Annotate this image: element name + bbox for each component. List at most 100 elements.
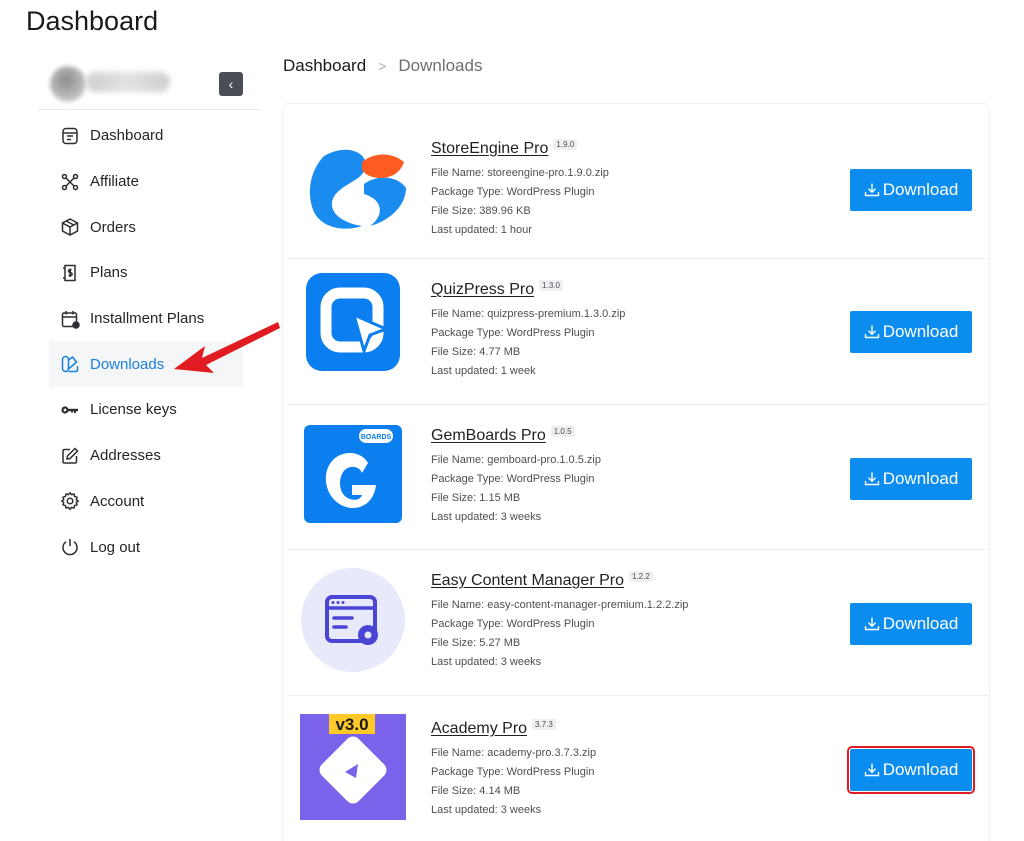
file-size: File Size: 389.96 KB xyxy=(431,205,531,217)
sidebar-item-label: Dashboard xyxy=(90,127,164,145)
dashboard-icon xyxy=(60,126,80,146)
sidebar-item-plans[interactable]: Plans xyxy=(38,250,260,296)
sidebar-item-downloads[interactable]: Downloads xyxy=(49,341,243,388)
version-badge: 1.2.2 xyxy=(629,570,653,582)
product-name-link[interactable]: Academy Pro xyxy=(431,720,527,738)
sidebar-item-label: License keys xyxy=(90,401,177,419)
download-icon xyxy=(864,472,879,486)
last-updated: Last updated: 1 hour xyxy=(431,224,532,236)
affiliate-icon xyxy=(60,172,80,192)
sidebar: ‹ Dashboard Affiliate Orders Plans Insta… xyxy=(38,60,260,570)
user-profile: ‹ xyxy=(38,60,260,110)
download-info: GemBoards Pro 1.0.5 File Name: gemboard-… xyxy=(431,425,601,527)
file-size: File Size: 1.15 MB xyxy=(431,492,521,504)
sidebar-item-license-keys[interactable]: License keys xyxy=(38,387,260,433)
username-blurred xyxy=(86,72,170,92)
breadcrumb: Dashboard > Downloads xyxy=(283,56,482,76)
download-info: Easy Content Manager Pro 1.2.2 File Name… xyxy=(431,570,689,672)
sidebar-item-label: Downloads xyxy=(90,355,165,373)
sidebar-item-installment-plans[interactable]: Installment Plans xyxy=(38,296,260,342)
sidebar-item-label: Log out xyxy=(90,538,141,556)
last-updated: Last updated: 3 weeks xyxy=(431,656,542,668)
download-icon xyxy=(864,763,879,777)
download-row: Easy Content Manager Pro 1.2.2 File Name… xyxy=(288,550,989,696)
product-name-link[interactable]: Easy Content Manager Pro xyxy=(431,572,624,590)
plans-icon xyxy=(60,263,80,283)
sidebar-item-label: Affiliate xyxy=(90,173,139,191)
package-type: Package Type: WordPress Plugin xyxy=(431,618,595,630)
last-updated: Last updated: 3 weeks xyxy=(431,511,542,523)
file-size: File Size: 4.77 MB xyxy=(431,346,521,358)
key-icon xyxy=(60,400,80,420)
storeengine-logo xyxy=(309,149,406,229)
academy-badge: v3.0 xyxy=(335,715,368,734)
file-name: File Name: quizpress-premium.1.3.0.zip xyxy=(431,308,626,320)
sidebar-item-label: Addresses xyxy=(90,447,161,465)
download-button-label: Download xyxy=(882,180,959,199)
download-button[interactable]: Download xyxy=(850,311,972,353)
page-title: Dashboard xyxy=(26,6,159,36)
download-icon xyxy=(864,183,879,197)
package-type: Package Type: WordPress Plugin xyxy=(431,186,595,198)
edit-icon xyxy=(60,446,80,466)
download-button[interactable]: Download xyxy=(850,169,972,211)
product-name-link[interactable]: QuizPress Pro xyxy=(431,281,534,299)
download-button-label: Download xyxy=(882,760,959,779)
gemboards-badge: BOARDS xyxy=(361,434,392,441)
sidebar-item-affiliate[interactable]: Affiliate xyxy=(38,159,260,205)
sidebar-item-dashboard[interactable]: Dashboard xyxy=(38,113,260,159)
version-badge: 1.9.0 xyxy=(553,138,578,150)
chevron-left-icon: ‹ xyxy=(228,76,234,92)
download-info: QuizPress Pro 1.3.0 File Name: quizpress… xyxy=(431,279,626,381)
sidebar-item-label: Plans xyxy=(90,264,128,282)
sidebar-item-label: Installment Plans xyxy=(90,310,205,328)
avatar xyxy=(50,66,86,102)
product-name-link[interactable]: StoreEngine Pro xyxy=(431,140,548,158)
quizpress-logo xyxy=(306,273,400,371)
last-updated: Last updated: 1 week xyxy=(431,365,536,377)
download-info: StoreEngine Pro 1.9.0 File Name: storeen… xyxy=(431,138,609,240)
sidebar-item-orders[interactable]: Orders xyxy=(38,204,260,250)
download-button[interactable]: Download xyxy=(850,603,972,645)
easy-content-manager-logo xyxy=(301,568,405,672)
breadcrumb-separator-icon: > xyxy=(378,58,387,74)
download-row: QuizPress Pro 1.3.0 File Name: quizpress… xyxy=(288,259,989,405)
download-info: Academy Pro 3.7.3 File Name: academy-pro… xyxy=(431,718,597,820)
download-icon xyxy=(864,325,879,339)
package-type: Package Type: WordPress Plugin xyxy=(431,766,595,778)
file-name: File Name: easy-content-manager-premium.… xyxy=(431,599,689,611)
power-icon xyxy=(60,537,80,557)
sidebar-item-addresses[interactable]: Addresses xyxy=(38,433,260,479)
calendar-icon xyxy=(60,309,80,329)
sidebar-item-label: Orders xyxy=(90,218,136,236)
version-badge: 1.0.5 xyxy=(550,425,575,437)
download-icon xyxy=(864,617,879,631)
gemboards-logo: BOARDS xyxy=(304,425,402,523)
product-name-link[interactable]: GemBoards Pro xyxy=(431,427,546,445)
package-type: Package Type: WordPress Plugin xyxy=(431,473,595,485)
file-size: File Size: 4.14 MB xyxy=(431,785,521,797)
sidebar-item-logout[interactable]: Log out xyxy=(38,524,260,570)
download-button-label: Download xyxy=(882,469,959,488)
file-name: File Name: gemboard-pro.1.0.5.zip xyxy=(431,454,601,466)
download-row: v3.0 Academy Pro 3.7.3 File Name: academ… xyxy=(288,696,989,841)
package-type: Package Type: WordPress Plugin xyxy=(431,327,595,339)
breadcrumb-current: Downloads xyxy=(398,56,483,75)
download-row: StoreEngine Pro 1.9.0 File Name: storeen… xyxy=(288,104,989,259)
sidebar-nav: Dashboard Affiliate Orders Plans Install… xyxy=(38,113,260,570)
gear-icon xyxy=(60,491,80,511)
download-button[interactable]: Download xyxy=(850,458,972,500)
sidebar-item-account[interactable]: Account xyxy=(38,479,260,525)
academy-logo: v3.0 xyxy=(300,714,406,820)
file-size: File Size: 5.27 MB xyxy=(431,637,521,649)
version-badge: 1.3.0 xyxy=(539,279,563,291)
breadcrumb-home-link[interactable]: Dashboard xyxy=(283,56,366,76)
collapse-sidebar-button[interactable]: ‹ xyxy=(219,72,243,96)
sidebar-item-label: Account xyxy=(90,492,145,510)
box-icon xyxy=(60,217,80,237)
download-button[interactable]: Download xyxy=(847,746,975,794)
file-name: File Name: academy-pro.3.7.3.zip xyxy=(431,747,597,759)
downloads-card: StoreEngine Pro 1.9.0 File Name: storeen… xyxy=(283,104,989,841)
download-button-label: Download xyxy=(882,614,959,633)
downloads-icon xyxy=(60,354,80,374)
